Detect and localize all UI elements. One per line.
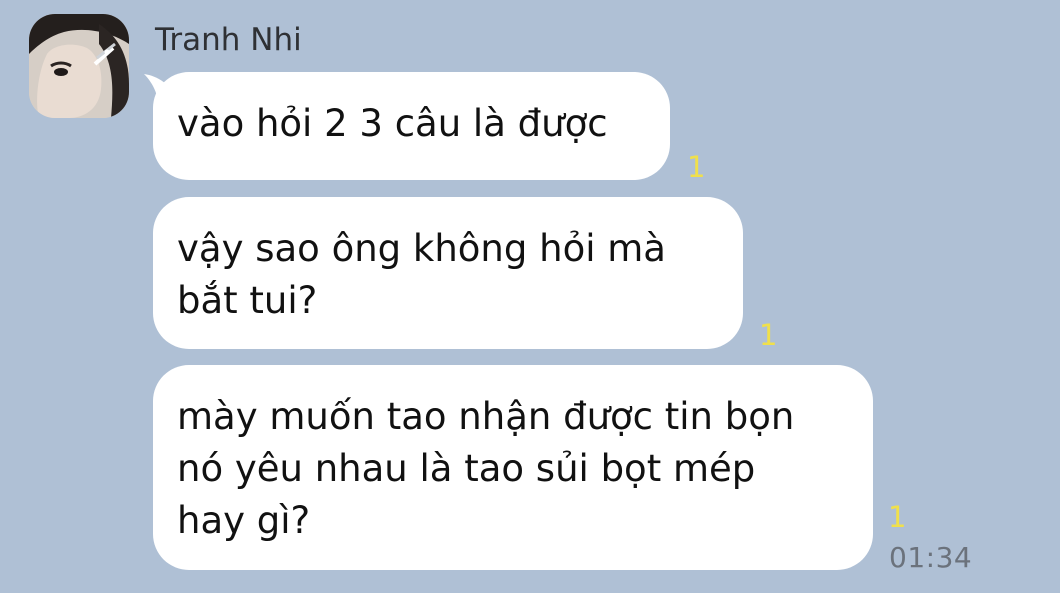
message-text: vào hỏi 2 3 câu là được [177, 102, 608, 145]
read-receipt-count: 1 [687, 150, 706, 184]
message-timestamp: 01:34 [889, 541, 973, 574]
chat-thread: Tranh Nhi vào hỏi 2 3 câu là được 1 vậy … [0, 0, 1060, 593]
sender-name: Tranh Nhi [155, 22, 302, 58]
message-bubble[interactable]: vậy sao ông không hỏi mà bắt tui? [153, 197, 743, 349]
message-text: nó yêu nhau là tao sủi bọt mép [177, 447, 756, 490]
message-text: vậy sao ông không hỏi mà [177, 227, 666, 270]
message-text: hay gì? [177, 499, 311, 542]
message-bubble[interactable]: mày muốn tao nhận được tin bọn nó yêu nh… [153, 365, 873, 570]
sender-avatar[interactable] [29, 14, 129, 118]
read-receipt-count: 1 [888, 500, 907, 534]
message-text: mày muốn tao nhận được tin bọn [177, 395, 795, 438]
message-bubble[interactable]: vào hỏi 2 3 câu là được [153, 72, 670, 180]
read-receipt-count: 1 [759, 318, 778, 352]
message-text: bắt tui? [177, 279, 318, 322]
avatar-photo-icon [29, 14, 129, 118]
